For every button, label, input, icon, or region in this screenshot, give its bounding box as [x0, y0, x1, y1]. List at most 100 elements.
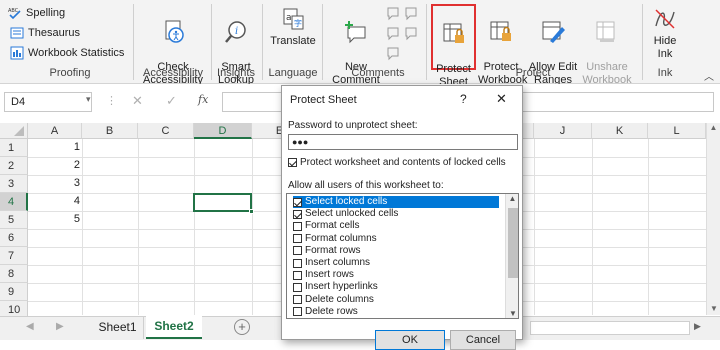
cell-a5[interactable]: 5: [30, 213, 80, 225]
permission-option[interactable]: Format rows: [293, 245, 499, 257]
confirm-entry-icon[interactable]: ✓: [166, 93, 177, 109]
tab-scroll-right-icon[interactable]: ▶: [56, 321, 64, 332]
unchecked-checkbox-icon[interactable]: [293, 246, 302, 256]
add-sheet-button[interactable]: +: [234, 319, 250, 335]
cancel-entry-icon[interactable]: ✕: [132, 93, 143, 109]
fill-handle[interactable]: [249, 209, 254, 214]
permissions-list[interactable]: Select locked cells Select unlocked cells…: [286, 193, 519, 319]
row-header-7[interactable]: 7: [0, 247, 28, 265]
row-header-2[interactable]: 2: [0, 157, 28, 175]
unchecked-checkbox-icon[interactable]: [293, 258, 302, 268]
unchecked-checkbox-icon[interactable]: [293, 295, 302, 305]
cancel-button[interactable]: Cancel: [450, 330, 516, 350]
row-header-8[interactable]: 8: [0, 265, 28, 283]
name-box-dropdown-icon[interactable]: ▾: [86, 94, 91, 105]
spelling-icon: ABC: [8, 8, 21, 20]
grid-vline: [252, 139, 253, 315]
scroll-down-icon[interactable]: ▼: [707, 304, 720, 313]
collapse-ribbon-icon[interactable]: ︿: [704, 68, 714, 83]
list-scroll-thumb[interactable]: [508, 208, 518, 278]
unshare-workbook-button[interactable]: Unshare Workbook: [582, 6, 632, 87]
permission-option[interactable]: Insert rows: [293, 269, 499, 281]
unchecked-checkbox-icon[interactable]: [293, 307, 302, 317]
row-header-5[interactable]: 5: [0, 211, 28, 229]
workbook-statistics-label: Workbook Statistics: [28, 47, 125, 59]
protect-worksheet-checkbox[interactable]: Protect worksheet and contents of locked…: [288, 157, 506, 168]
tab-sheet2[interactable]: Sheet2: [146, 316, 202, 339]
help-button[interactable]: ?: [460, 92, 467, 106]
spelling-button[interactable]: ABC Spelling: [8, 6, 65, 20]
grid-vline: [592, 139, 593, 315]
thesaurus-label: Thesaurus: [28, 27, 80, 39]
group-divider: [642, 4, 643, 80]
translate-button[interactable]: a字 Translate: [266, 6, 320, 48]
tab-sheet1[interactable]: Sheet1: [92, 317, 144, 339]
insert-function-icon[interactable]: fx: [198, 93, 208, 106]
column-header-a[interactable]: A: [28, 123, 82, 139]
select-all-triangle-icon: [14, 126, 24, 136]
unchecked-checkbox-icon[interactable]: [293, 221, 302, 231]
permission-option[interactable]: Delete columns: [293, 294, 499, 306]
new-comment-icon: [345, 21, 366, 44]
insights-group-label: Insights: [217, 67, 255, 79]
svg-text:a: a: [286, 13, 292, 23]
permissions-scrollbar[interactable]: ▲ ▼: [505, 194, 518, 318]
selected-cell-d4[interactable]: [193, 193, 252, 212]
permission-option[interactable]: Select locked cells: [293, 196, 499, 208]
name-box[interactable]: D4: [4, 92, 92, 112]
list-scroll-down-icon[interactable]: ▼: [506, 309, 518, 318]
column-header-c[interactable]: C: [138, 123, 194, 139]
checked-checkbox-icon[interactable]: [293, 209, 302, 219]
permission-option[interactable]: Delete rows: [293, 306, 499, 318]
cell-a3[interactable]: 3: [30, 177, 80, 189]
language-group-label: Language: [268, 67, 318, 79]
row-header-9[interactable]: 9: [0, 283, 28, 301]
thesaurus-button[interactable]: Thesaurus: [10, 26, 80, 40]
horizontal-scrollbar[interactable]: [530, 321, 690, 335]
hscroll-right-icon[interactable]: ▶: [694, 321, 701, 332]
unchecked-checkbox-icon[interactable]: [293, 282, 302, 292]
vertical-scrollbar[interactable]: ▲ ▼: [706, 123, 720, 315]
password-input[interactable]: ●●●: [288, 134, 518, 150]
row-header-3[interactable]: 3: [0, 175, 28, 193]
thesaurus-icon: [10, 27, 24, 39]
row-header-6[interactable]: 6: [0, 229, 28, 247]
permission-option[interactable]: Format columns: [293, 233, 499, 245]
cell-a4[interactable]: 4: [30, 195, 80, 207]
permission-option[interactable]: Format cells: [293, 220, 499, 232]
permission-option-label: Select locked cells: [305, 196, 388, 207]
scroll-up-icon[interactable]: ▲: [707, 123, 720, 132]
list-scroll-up-icon[interactable]: ▲: [506, 194, 518, 203]
column-header-j[interactable]: J: [534, 123, 592, 139]
workbook-statistics-button[interactable]: Workbook Statistics: [10, 46, 124, 60]
column-header-b[interactable]: B: [82, 123, 138, 139]
permission-option[interactable]: Insert columns: [293, 257, 499, 269]
tab-scroll-left-icon[interactable]: ◀: [26, 321, 34, 332]
grid-vline: [82, 139, 83, 315]
unchecked-checkbox-icon[interactable]: [293, 234, 302, 244]
hide-ink-button[interactable]: Hide Ink: [648, 6, 682, 61]
cell-a1[interactable]: 1: [30, 141, 80, 153]
protect-sheet-button[interactable]: Protect Sheet: [431, 4, 476, 88]
permission-option-label: Select unlocked cells: [305, 208, 399, 220]
permission-option[interactable]: Insert hyperlinks: [293, 281, 499, 293]
close-button[interactable]: ✕: [496, 91, 507, 107]
protect-group-label: Protect: [515, 67, 551, 79]
cell-a2[interactable]: 2: [30, 159, 80, 171]
accessibility-icon: [165, 20, 184, 43]
protect-sheet-icon: [443, 23, 464, 43]
column-header-k[interactable]: K: [592, 123, 648, 139]
protect-sheet-dialog: Protect Sheet ? ✕ Password to unprotect …: [281, 85, 523, 350]
protect-workbook-icon: [490, 21, 511, 41]
unchecked-checkbox-icon[interactable]: [293, 270, 302, 280]
select-all-corner[interactable]: [0, 123, 28, 139]
column-header-d[interactable]: D: [194, 123, 252, 139]
row-header-1[interactable]: 1: [0, 139, 28, 157]
permission-option[interactable]: Select unlocked cells: [293, 208, 499, 220]
column-header-l[interactable]: L: [648, 123, 706, 139]
unshare-workbook-icon: [596, 21, 615, 42]
checked-checkbox-icon[interactable]: [293, 197, 302, 207]
row-header-4[interactable]: 4: [0, 193, 28, 211]
permission-option-label: Insert hyperlinks: [305, 281, 378, 293]
ok-button[interactable]: OK: [375, 330, 445, 350]
